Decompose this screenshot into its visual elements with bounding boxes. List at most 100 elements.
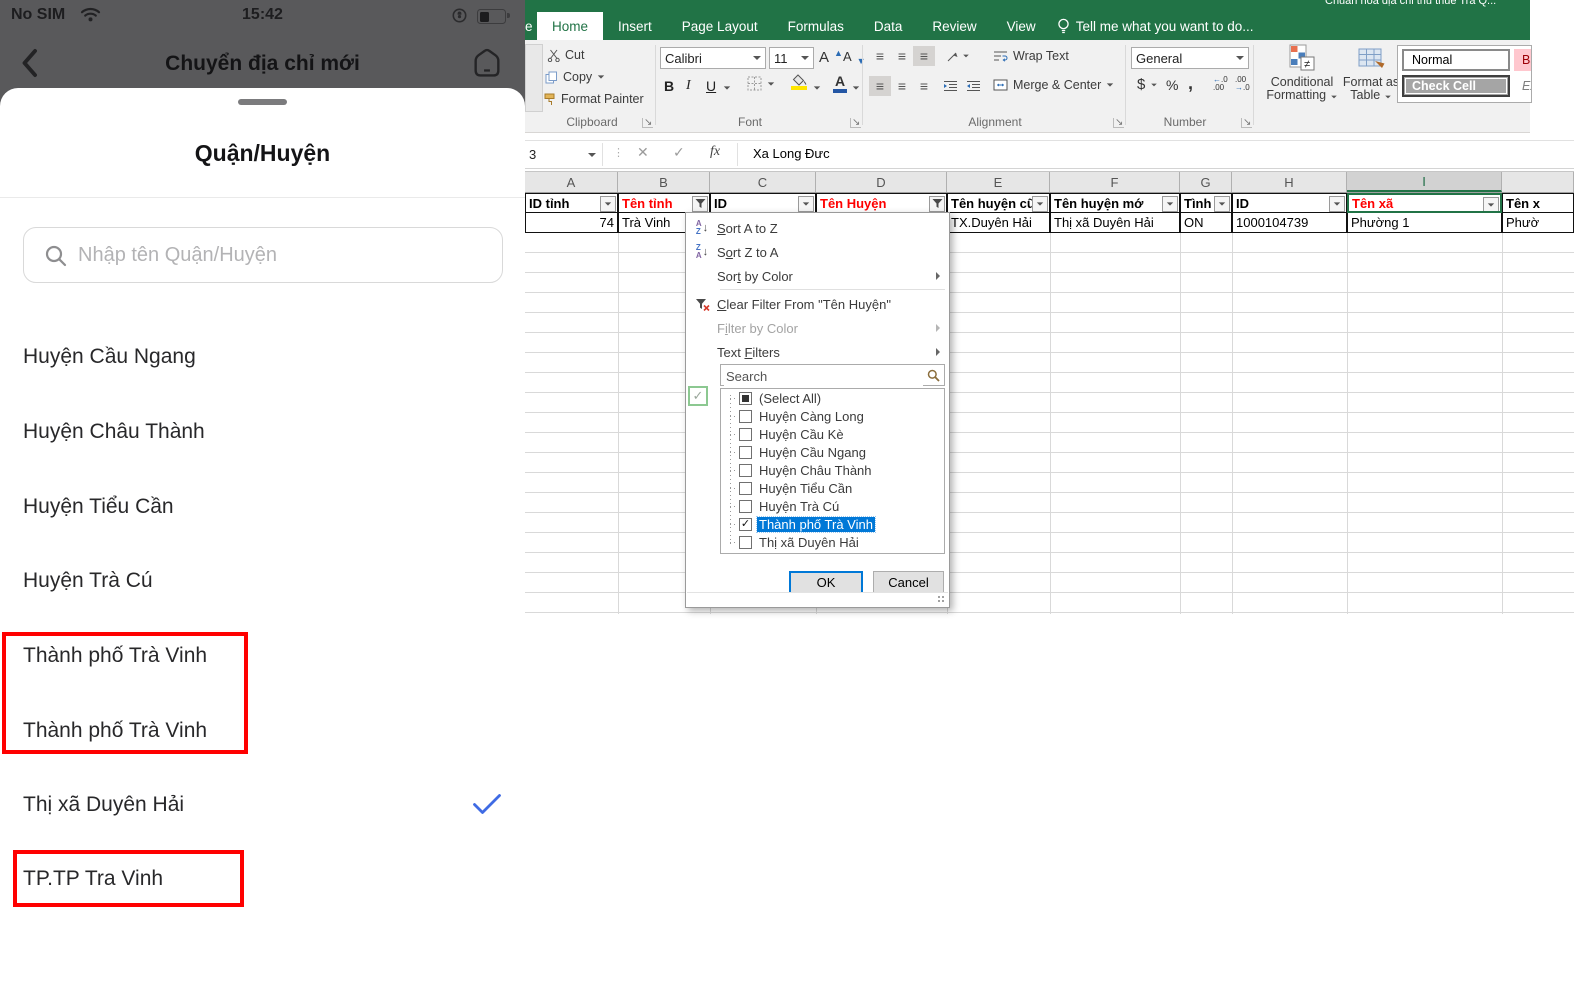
decrease-decimal-button[interactable]: .00→.0 xyxy=(1235,76,1250,92)
column-letter-H[interactable]: H xyxy=(1232,172,1347,192)
filter-value-item[interactable]: Huyện Tiểu Cần xyxy=(721,479,944,497)
tab-data[interactable]: Data xyxy=(859,12,918,40)
checkbox-unchecked[interactable] xyxy=(739,500,752,513)
font-name-combobox[interactable]: Calibri xyxy=(660,47,766,69)
number-format-combobox[interactable]: General xyxy=(1131,47,1249,69)
header-cell-10[interactable]: Tên x xyxy=(1502,193,1574,213)
filter-search-input[interactable] xyxy=(724,366,923,386)
align-center-button[interactable]: ≡ xyxy=(891,76,913,96)
column-letter-E[interactable]: E xyxy=(947,172,1050,192)
cell-style-check-cell[interactable]: Check Cell xyxy=(1402,75,1510,97)
column-letter-I[interactable]: I xyxy=(1347,172,1502,192)
header-cell-5[interactable]: Tên huyện cũ xyxy=(947,193,1050,213)
enter-entry-icon[interactable]: ✓ xyxy=(673,144,685,161)
font-dialog-launcher[interactable]: ↘ xyxy=(850,118,861,128)
filter-value-item[interactable]: Huyện Càng Long xyxy=(721,407,944,425)
insert-function-icon[interactable]: fx xyxy=(710,144,720,160)
checkbox-unchecked[interactable] xyxy=(739,410,752,423)
tab-insert[interactable]: Insert xyxy=(603,12,667,40)
align-right-button[interactable]: ≡ xyxy=(913,76,935,96)
menu-item-clear-filter-from-t-n-huy-n[interactable]: Clear Filter From "Tên Huyện" xyxy=(687,292,948,316)
align-left-button[interactable]: ≡ xyxy=(869,76,891,96)
data-cell-8[interactable]: 1000104739 xyxy=(1232,213,1347,233)
data-cell-1[interactable]: 74 xyxy=(525,213,618,233)
resize-grip[interactable] xyxy=(687,592,948,606)
column-letter-B[interactable]: B xyxy=(618,172,710,192)
filter-search-field[interactable] xyxy=(720,364,945,386)
search-input[interactable] xyxy=(76,232,480,278)
district-search-field[interactable] xyxy=(23,227,503,283)
header-cell-1[interactable]: ID tỉnh xyxy=(525,193,618,213)
column-letter-cut[interactable] xyxy=(1502,172,1574,192)
clipboard-dialog-launcher[interactable]: ↘ xyxy=(642,118,653,128)
column-letter-F[interactable]: F xyxy=(1050,172,1180,192)
filter-dropdown-button[interactable] xyxy=(600,196,616,212)
copy-button[interactable]: Copy xyxy=(545,70,605,84)
list-item-district[interactable]: Huyện Cầu Ngang xyxy=(0,333,525,381)
wrap-text-button[interactable]: Wrap Text xyxy=(993,49,1069,63)
checkbox-unchecked[interactable] xyxy=(739,536,752,549)
checkbox-unchecked[interactable] xyxy=(739,446,752,459)
list-item-district[interactable]: Huyện Trà Cú xyxy=(0,557,525,605)
data-cell-10[interactable]: Phườ xyxy=(1502,213,1574,233)
filter-dropdown-button[interactable] xyxy=(1329,196,1345,212)
increase-indent-button[interactable] xyxy=(962,76,984,96)
tab-home[interactable]: Home xyxy=(537,12,603,40)
tell-me-box[interactable]: Tell me what you want to do... xyxy=(1051,12,1260,40)
menu-item-sort-a-to-z[interactable]: AZ↓Sort A to Z xyxy=(687,216,948,240)
format-as-table-button[interactable]: Format asTable xyxy=(1340,44,1402,102)
column-letter-A[interactable]: A xyxy=(525,172,618,192)
checkbox-unchecked[interactable] xyxy=(739,428,752,441)
tab-file-partial[interactable]: e xyxy=(525,12,537,40)
checkbox-unchecked[interactable] xyxy=(739,464,752,477)
name-box[interactable]: 3 xyxy=(525,143,603,166)
column-letter-D[interactable]: D xyxy=(816,172,947,192)
data-cell-6[interactable]: Thị xã Duyên Hải xyxy=(1050,213,1180,233)
header-cell-9[interactable]: Tên xã xyxy=(1347,193,1502,213)
increase-decimal-button[interactable]: ←.0.00 xyxy=(1213,76,1228,92)
align-middle-button[interactable]: ≡ xyxy=(891,46,913,66)
list-item-district[interactable]: Huyện Châu Thành xyxy=(0,408,525,456)
underline-button[interactable]: U xyxy=(706,78,716,94)
bold-button[interactable]: B xyxy=(664,78,674,94)
merge-center-button[interactable]: Merge & Center xyxy=(993,78,1114,92)
fill-color-dropdown[interactable] xyxy=(814,86,820,89)
filter-value-item[interactable]: Huyện Châu Thành xyxy=(721,461,944,479)
menu-item-text-filters[interactable]: Text Filters xyxy=(687,340,948,364)
checkbox-unchecked[interactable] xyxy=(739,482,752,495)
tab-page-layout[interactable]: Page Layout xyxy=(667,12,773,40)
number-dialog-launcher[interactable]: ↘ xyxy=(1241,118,1252,128)
header-cell-2[interactable]: Tên tỉnh xyxy=(618,193,710,213)
borders-button[interactable] xyxy=(747,76,775,91)
cell-style-normal[interactable]: Normal xyxy=(1402,49,1510,71)
column-letter-C[interactable]: C xyxy=(710,172,816,192)
paste-button-partial[interactable] xyxy=(525,44,543,112)
filter-dropdown-button[interactable] xyxy=(1483,197,1499,213)
percent-style-button[interactable]: % xyxy=(1166,77,1178,93)
font-color-button[interactable]: A xyxy=(833,73,847,93)
decrease-indent-button[interactable] xyxy=(939,76,961,96)
filter-value-item[interactable]: Huyện Trà Cú xyxy=(721,497,944,515)
list-item-district[interactable]: Thị xã Duyên Hải xyxy=(0,781,525,829)
underline-dropdown[interactable] xyxy=(724,86,730,89)
column-letter-G[interactable]: G xyxy=(1180,172,1232,192)
accounting-format-button[interactable]: $ xyxy=(1137,76,1158,93)
filter-dropdown-button[interactable] xyxy=(798,196,814,212)
cut-button[interactable]: Cut xyxy=(547,48,584,62)
home-icon[interactable] xyxy=(470,46,504,80)
italic-button[interactable]: I xyxy=(686,78,691,94)
cell-style-bad[interactable]: Ba xyxy=(1514,49,1532,71)
cell-style-explanatory[interactable]: Ex xyxy=(1514,75,1532,97)
header-cell-7[interactable]: Tình t xyxy=(1180,193,1232,213)
list-item-district[interactable]: Huyện Tiểu Cần xyxy=(0,483,525,531)
filter-value-item[interactable]: Huyện Cầu Ngang xyxy=(721,443,944,461)
alignment-dialog-launcher[interactable]: ↘ xyxy=(1113,118,1124,128)
header-cell-4[interactable]: Tên Huyện xyxy=(816,193,947,213)
data-cell-9[interactable]: Phường 1 xyxy=(1347,213,1502,233)
orientation-button[interactable] xyxy=(943,46,973,66)
cancel-entry-icon[interactable]: ✕ xyxy=(637,144,649,161)
header-cell-3[interactable]: ID xyxy=(710,193,816,213)
header-cell-8[interactable]: ID xyxy=(1232,193,1347,213)
tab-formulas[interactable]: Formulas xyxy=(773,12,859,40)
ok-button[interactable]: OK xyxy=(789,571,863,594)
